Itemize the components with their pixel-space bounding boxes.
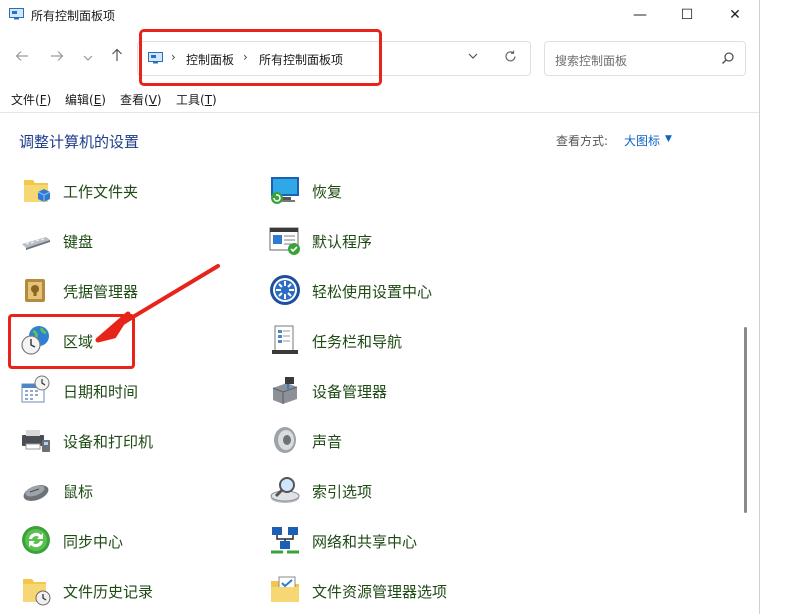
item-label: 任务栏和导航 bbox=[312, 333, 403, 351]
search-icon bbox=[721, 52, 734, 65]
control-panel-icon bbox=[148, 52, 163, 64]
item-label: 鼠标 bbox=[63, 483, 94, 501]
chevron-down-icon bbox=[83, 55, 93, 61]
default-programs-icon bbox=[269, 227, 300, 255]
network-icon bbox=[271, 527, 299, 554]
item-label: 文件历史记录 bbox=[63, 583, 154, 601]
up-button[interactable] bbox=[106, 48, 128, 68]
minimize-button[interactable]: — bbox=[617, 0, 663, 30]
date-time-icon bbox=[21, 375, 50, 403]
menu-edit[interactable]: 编辑(E) bbox=[65, 91, 106, 108]
forward-button[interactable] bbox=[46, 48, 68, 68]
breadcrumb-control-panel[interactable]: 控制面板 bbox=[186, 51, 234, 68]
keyboard-icon bbox=[22, 237, 50, 250]
item-label: 轻松使用设置中心 bbox=[312, 283, 433, 301]
refresh-icon bbox=[505, 50, 516, 62]
page-title: 调整计算机的设置 bbox=[19, 133, 140, 151]
item-label: 键盘 bbox=[63, 233, 94, 251]
item-label: 默认程序 bbox=[312, 233, 373, 251]
scrollbar[interactable] bbox=[741, 172, 751, 614]
item-label: 设备管理器 bbox=[312, 383, 388, 401]
item-label: 声音 bbox=[312, 433, 343, 451]
menu-bar: 文件(F) 编辑(E) 查看(V) 工具(T) bbox=[0, 90, 759, 110]
item-label: 日期和时间 bbox=[63, 383, 139, 401]
menu-view[interactable]: 查看(V) bbox=[120, 91, 162, 108]
menu-file[interactable]: 文件(F) bbox=[11, 91, 51, 108]
breadcrumb-all-items[interactable]: 所有控制面板项 bbox=[259, 51, 343, 68]
item-label: 网络和共享中心 bbox=[312, 533, 418, 551]
control-panel-window: 所有控制面板项 — ☐ ✕ › 控制面板 › 所有控制面板项 搜索控制面板 文件… bbox=[0, 0, 760, 614]
ease-of-access-icon bbox=[270, 275, 300, 305]
maximize-button[interactable]: ☐ bbox=[664, 0, 710, 30]
indexing-icon bbox=[270, 477, 300, 503]
caret-down-icon[interactable]: ▼ bbox=[665, 134, 672, 144]
menu-tools[interactable]: 工具(T) bbox=[176, 91, 217, 108]
item-label: 凭据管理器 bbox=[63, 283, 139, 301]
search-box[interactable]: 搜索控制面板 bbox=[544, 41, 746, 76]
folder-options-icon bbox=[271, 576, 299, 602]
item-label: 恢复 bbox=[312, 183, 343, 201]
recovery-icon bbox=[271, 177, 299, 204]
work-folders-icon bbox=[24, 180, 51, 202]
item-label: 文件资源管理器选项 bbox=[312, 583, 448, 601]
recent-locations-button[interactable] bbox=[77, 48, 99, 68]
mouse-icon bbox=[23, 485, 49, 501]
refresh-button[interactable] bbox=[504, 49, 517, 67]
credential-manager-icon bbox=[25, 279, 45, 302]
window-title: 所有控制面板项 bbox=[31, 9, 116, 23]
region-globe-clock-icon bbox=[21, 326, 49, 355]
address-dropdown-button[interactable] bbox=[468, 50, 478, 63]
arrow-left-icon bbox=[15, 51, 28, 61]
item-label: 区域 bbox=[63, 333, 94, 351]
address-bar[interactable]: › 控制面板 › 所有控制面板项 bbox=[137, 41, 531, 76]
taskbar-icon bbox=[272, 325, 298, 354]
item-label: 设备和打印机 bbox=[63, 433, 154, 451]
scrollbar-thumb[interactable] bbox=[744, 327, 747, 513]
back-button[interactable] bbox=[11, 48, 33, 68]
item-label: 同步中心 bbox=[63, 533, 124, 551]
item-label: 工作文件夹 bbox=[63, 183, 139, 201]
search-placeholder: 搜索控制面板 bbox=[555, 54, 628, 68]
item-label: 索引选项 bbox=[312, 483, 373, 501]
title-bar: 所有控制面板项 — ☐ ✕ bbox=[0, 0, 759, 30]
breadcrumb-separator: › bbox=[171, 50, 176, 64]
chevron-down-icon bbox=[468, 53, 478, 59]
device-manager-icon bbox=[272, 377, 298, 404]
arrow-up-icon bbox=[112, 48, 122, 61]
menu-divider bbox=[0, 112, 759, 113]
sound-icon bbox=[274, 427, 296, 453]
sync-center-icon bbox=[22, 526, 50, 554]
file-history-icon bbox=[23, 579, 51, 606]
view-by-dropdown[interactable]: 大图标 bbox=[624, 132, 660, 149]
arrow-right-icon bbox=[51, 51, 64, 61]
view-by-label: 查看方式: bbox=[556, 134, 609, 148]
control-panel-app-icon bbox=[9, 8, 24, 20]
breadcrumb-separator: › bbox=[243, 50, 248, 64]
close-button[interactable]: ✕ bbox=[712, 0, 758, 30]
printer-icon bbox=[22, 430, 50, 452]
